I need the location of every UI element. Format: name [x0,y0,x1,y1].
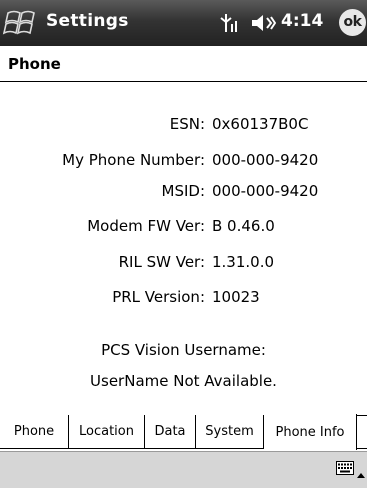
volume-icon[interactable] [250,12,277,34]
tab-phone[interactable]: Phone [0,415,69,449]
tab-strip: Phone Location Data System Phone Info [0,414,367,451]
info-label: Modem FW Ver: [87,217,205,235]
info-value: 10023 [212,288,260,306]
info-label: PRL Version: [112,288,205,306]
command-bar [0,451,367,488]
pcs-vision-heading: PCS Vision Username: [101,341,266,359]
info-value: 1.31.0.0 [212,253,275,271]
tab-location[interactable]: Location [69,415,145,449]
info-value: 0x60137B0C [212,115,309,133]
info-value: B 0.46.0 [212,217,275,235]
keyboard-icon[interactable] [336,460,354,475]
start-menu-button[interactable] [2,4,42,42]
clock[interactable]: 4:14 [281,11,323,31]
info-label: MSID: [161,182,206,200]
info-row-ril-sw: RIL SW Ver: 1.31.0.0 [0,250,367,276]
signal-icon[interactable] [218,12,240,34]
info-row-esn: ESN: 0x60137B0C [0,112,367,138]
info-label: My Phone Number: [62,151,205,169]
info-row-msid: MSID: 000-000-9420 [0,179,367,205]
windows-start-icon [2,10,35,35]
ok-button[interactable]: ok [339,9,366,36]
header-divider [0,81,367,82]
pcs-vision-username: UserName Not Available. [90,372,277,390]
info-row-modem-fw: Modem FW Ver: B 0.46.0 [0,214,367,240]
sip-arrow-up-icon[interactable] [357,463,365,478]
tab-phone-info[interactable]: Phone Info [264,414,357,450]
page-title: Phone [8,55,61,73]
info-row-prl-version: PRL Version: 10023 [0,285,367,311]
info-value: 000-000-9420 [212,182,319,200]
info-label: RIL SW Ver: [118,253,205,271]
tab-data[interactable]: Data [145,415,196,449]
title-bar: Settings 4:14 ok [0,0,367,46]
info-value: 000-000-9420 [212,151,319,169]
app-title: Settings [46,11,129,31]
tab-strip-filler [357,415,367,449]
info-label: ESN: [169,115,205,133]
info-row-phone-number: My Phone Number: 000-000-9420 [0,148,367,174]
tab-system[interactable]: System [196,415,264,449]
